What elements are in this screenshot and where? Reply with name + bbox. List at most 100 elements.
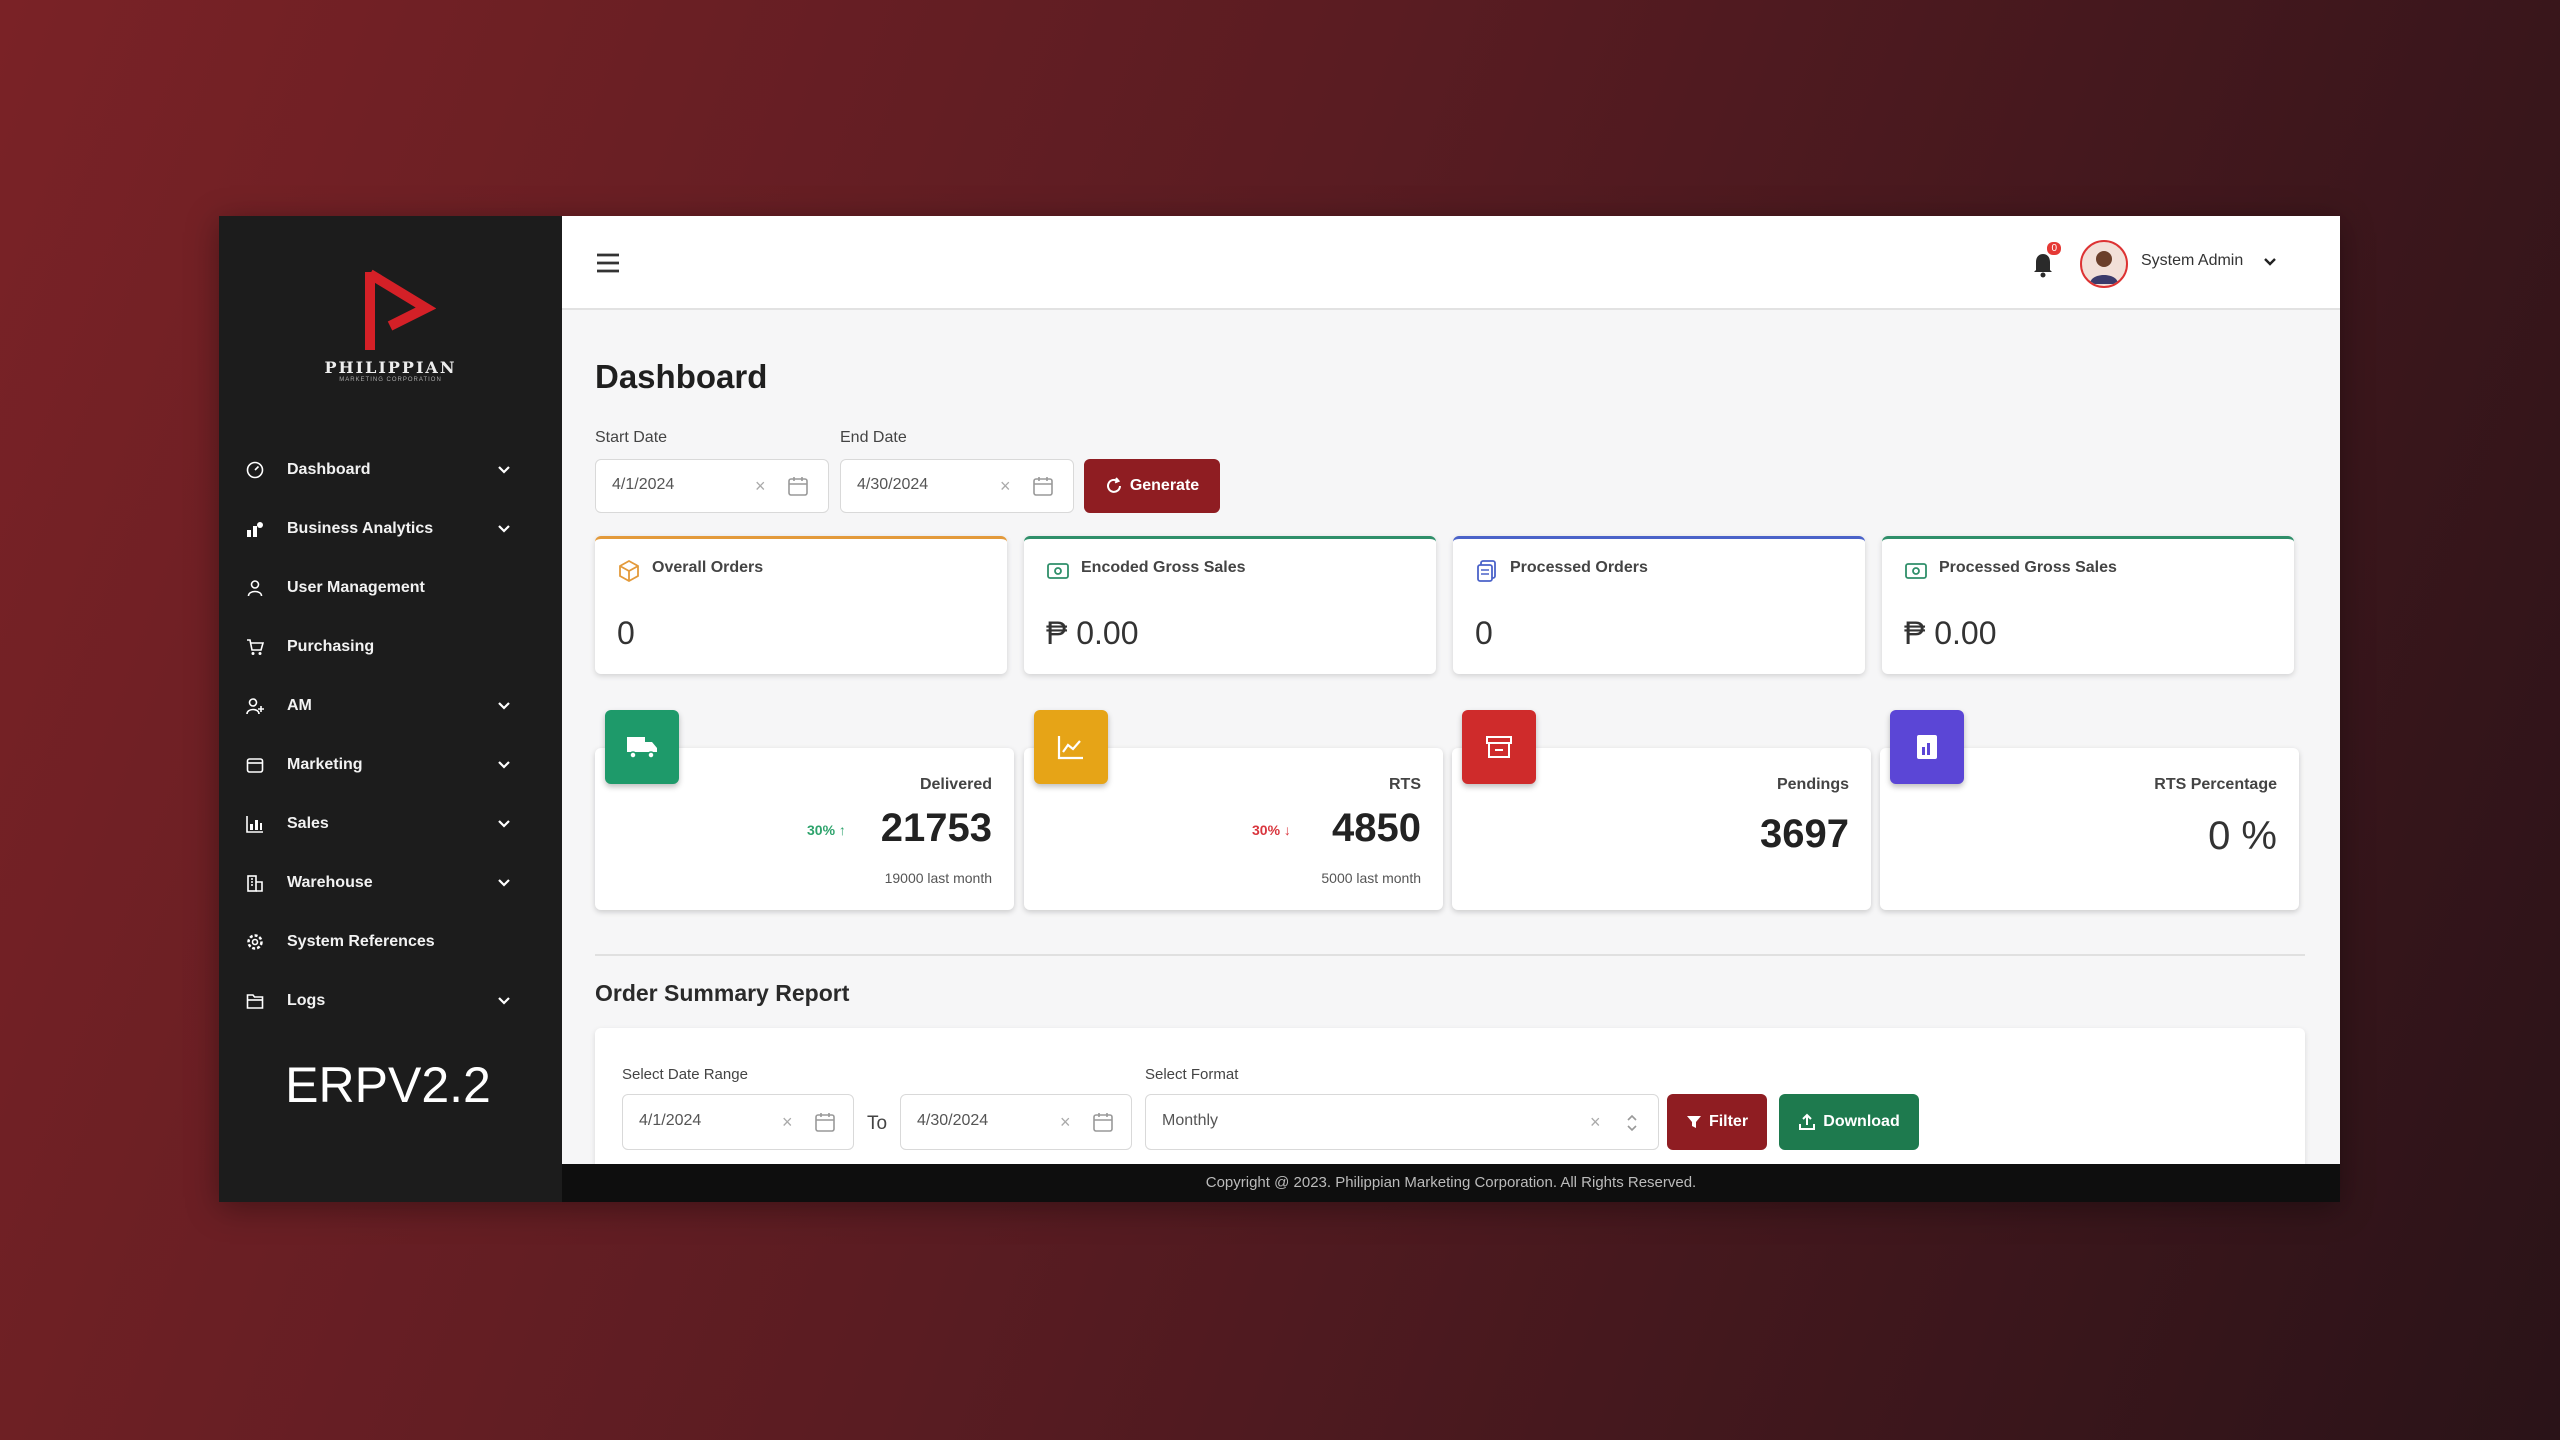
top-bar: 0 System Admin	[562, 216, 2340, 310]
from-date-value: 4/1/2024	[639, 1112, 702, 1129]
sidebar-item-sales[interactable]: Sales	[219, 794, 562, 853]
clear-icon[interactable]: ×	[755, 477, 766, 495]
cart-icon	[245, 637, 265, 657]
end-date-value: 4/30/2024	[857, 476, 929, 493]
chevron-down-icon[interactable]	[494, 814, 514, 834]
chevron-down-icon[interactable]	[2260, 252, 2280, 272]
money-icon	[1905, 563, 1927, 579]
package-icon	[619, 559, 639, 583]
format-select[interactable]: Monthly ×	[1145, 1094, 1659, 1150]
chevron-down-icon[interactable]	[494, 755, 514, 775]
upload-icon	[1799, 1113, 1816, 1130]
chevron-down-icon[interactable]	[494, 519, 514, 539]
avatar[interactable]	[2080, 240, 2128, 288]
stat-title: Overall Orders	[652, 559, 764, 576]
kpi-value: 21753	[880, 806, 992, 850]
gear-icon	[245, 932, 265, 952]
sidebar-item-business-analytics[interactable]: Business Analytics	[219, 499, 562, 558]
clear-icon[interactable]: ×	[1590, 1113, 1601, 1131]
sidebar-item-system-references[interactable]: System References	[219, 912, 562, 971]
sidebar-item-label: Dashboard	[287, 460, 371, 478]
chevron-down-icon[interactable]	[494, 873, 514, 893]
sidebar-item-label: Logs	[287, 991, 326, 1009]
sidebar-item-purchasing[interactable]: Purchasing	[219, 617, 562, 676]
sidebar-item-warehouse[interactable]: Warehouse	[219, 853, 562, 912]
start-date-value: 4/1/2024	[612, 476, 675, 493]
date-range-label: Select Date Range	[622, 1066, 748, 1083]
kpi-value: 3697	[1760, 812, 1849, 856]
generate-label: Generate	[1129, 477, 1200, 494]
sidebar-item-marketing[interactable]: Marketing	[219, 735, 562, 794]
building-icon	[245, 873, 265, 893]
report-from-date[interactable]: 4/1/2024 ×	[622, 1094, 854, 1150]
sidebar-item-label: Purchasing	[287, 637, 375, 655]
sidebar: PHILIPPIAN MARKETING CORPORATION Dashboa…	[219, 216, 562, 1202]
to-label: To	[867, 1113, 888, 1134]
footer: Copyright @ 2023. Philippian Marketing C…	[562, 1164, 2340, 1202]
app-version: ERPV2.2	[285, 1057, 491, 1113]
line-chart-icon	[1034, 710, 1108, 784]
sidebar-item-logs[interactable]: Logs	[219, 971, 562, 1030]
report-to-date[interactable]: 4/30/2024 ×	[900, 1094, 1132, 1150]
kpi-value: 0 %	[2208, 814, 2277, 858]
stat-value: ₱ 0.00	[1904, 615, 1997, 651]
sidebar-item-label: Business Analytics	[287, 519, 434, 537]
kpi-last-month: 5000 last month	[1321, 870, 1421, 886]
stat-value: ₱ 0.00	[1046, 615, 1139, 651]
clear-icon[interactable]: ×	[1060, 1113, 1071, 1131]
section-divider	[595, 954, 2305, 956]
end-date-field[interactable]: 4/30/2024 ×	[840, 459, 1074, 513]
user-plus-icon	[245, 696, 265, 716]
menu-icon[interactable]	[595, 252, 621, 274]
user-name[interactable]: System Admin	[2141, 252, 2243, 270]
truck-icon	[605, 710, 679, 784]
notification-bell[interactable]: 0	[2027, 242, 2061, 280]
app-window: PHILIPPIAN MARKETING CORPORATION Dashboa…	[219, 216, 2340, 1202]
sidebar-item-label: Warehouse	[287, 873, 373, 891]
money-icon	[1047, 563, 1069, 579]
logo-mark-icon	[364, 269, 436, 350]
sidebar-item-label: User Management	[287, 578, 425, 596]
filter-icon	[1686, 1116, 1701, 1128]
kpi-trend: 30% ↑	[807, 822, 846, 838]
sidebar-item-user-management[interactable]: User Management	[219, 558, 562, 617]
kpi-value: 4850	[1332, 806, 1421, 850]
refresh-icon	[1106, 477, 1121, 493]
start-date-field[interactable]: 4/1/2024 ×	[595, 459, 829, 513]
to-date-value: 4/30/2024	[917, 1112, 989, 1129]
calendar-icon[interactable]	[1092, 1111, 1114, 1133]
stat-value: 0	[1475, 615, 1493, 651]
sidebar-item-dashboard[interactable]: Dashboard	[219, 440, 562, 499]
company-logo[interactable]: PHILIPPIAN MARKETING CORPORATION	[219, 268, 562, 383]
stat-card-overall-orders: Overall Orders 0	[595, 536, 1007, 674]
stat-card-processed-orders: Processed Orders 0	[1453, 536, 1865, 674]
stat-title: Processed Gross Sales	[1939, 559, 2117, 576]
chevron-down-icon[interactable]	[494, 460, 514, 480]
filter-button[interactable]: Filter	[1667, 1094, 1767, 1150]
chevron-down-icon[interactable]	[494, 991, 514, 1011]
notification-badge: 0	[2047, 242, 2061, 255]
sidebar-item-label: System References	[287, 932, 435, 950]
sort-arrows-icon[interactable]	[1622, 1112, 1642, 1134]
sidebar-nav: Dashboard Business Analytics User Manage…	[219, 440, 562, 1030]
sidebar-item-label: AM	[287, 696, 312, 714]
clear-icon[interactable]: ×	[782, 1113, 793, 1131]
user-icon	[245, 578, 265, 598]
calendar-icon[interactable]	[787, 475, 809, 497]
calendar-icon[interactable]	[814, 1111, 836, 1133]
clear-icon[interactable]: ×	[1000, 477, 1011, 495]
kpi-label: RTS	[1389, 776, 1421, 793]
sidebar-item-am[interactable]: AM	[219, 676, 562, 735]
kpi-label: Delivered	[919, 776, 992, 793]
calendar-icon[interactable]	[1032, 475, 1054, 497]
stat-card-encoded-gross-sales: Encoded Gross Sales ₱ 0.00	[1024, 536, 1436, 674]
format-label: Select Format	[1145, 1066, 1239, 1083]
generate-button[interactable]: Generate	[1084, 459, 1220, 513]
download-button[interactable]: Download	[1779, 1094, 1919, 1150]
report-icon	[1890, 710, 1964, 784]
kpi-last-month: 19000 last month	[884, 870, 992, 886]
analytics-icon	[245, 519, 265, 539]
kpi-label: Pendings	[1776, 776, 1849, 793]
report-title: Order Summary Report	[595, 980, 850, 1006]
chevron-down-icon[interactable]	[494, 696, 514, 716]
